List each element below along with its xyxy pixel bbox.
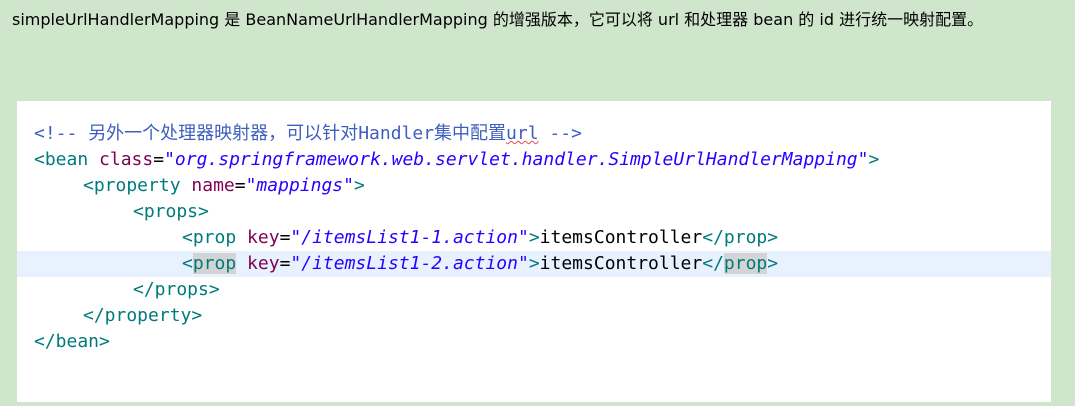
class-attr: class bbox=[99, 149, 154, 170]
comment-cjk: 另外一个处理器映射器，可以针对 bbox=[88, 123, 359, 144]
prop-lt: < bbox=[182, 253, 193, 274]
code-line-bean-open: <bean class="org.springframework.web.ser… bbox=[17, 147, 1051, 173]
gt: > bbox=[528, 253, 540, 274]
comment-open: <!-- bbox=[34, 123, 89, 144]
key-value-1: "/itemsList1-1.action" bbox=[290, 227, 529, 248]
prop-content-2: itemsController bbox=[539, 253, 703, 274]
comment-cjk2: 集中配置 bbox=[434, 123, 507, 144]
property-open-tag: <property bbox=[83, 175, 181, 196]
eq: = bbox=[153, 149, 165, 170]
eq: = bbox=[279, 227, 291, 248]
code-line-property-open: <property name="mappings"> bbox=[17, 173, 1051, 199]
eq: = bbox=[234, 175, 246, 196]
props-close-tag: </props> bbox=[133, 279, 220, 300]
code-line-bean-close: </bean> bbox=[17, 329, 1051, 355]
code-line-property-close: </property> bbox=[17, 303, 1051, 329]
gt: > bbox=[868, 149, 880, 170]
gt: > bbox=[528, 227, 540, 248]
prop-close-tag-occurrence: prop bbox=[723, 253, 768, 274]
name-attr: name bbox=[191, 175, 235, 196]
code-line-comment: <!-- 另外一个处理器映射器，可以针对Handler集中配置url --> bbox=[17, 121, 1051, 147]
prop-close-tag: prop bbox=[723, 227, 768, 248]
eq: = bbox=[279, 253, 291, 274]
property-close-tag: </property> bbox=[83, 305, 203, 326]
bean-close-tag: </bean> bbox=[34, 331, 110, 352]
prop-close-lt: </ bbox=[702, 227, 724, 248]
key-value-2: "/itemsList1-2.action" bbox=[290, 253, 529, 274]
intro-paragraph: simpleUrlHandlerMapping 是 BeanNameUrlHan… bbox=[12, 10, 984, 29]
comment-handler: Handler bbox=[358, 123, 435, 144]
code-block: <!-- 另外一个处理器映射器，可以针对Handler集中配置url --> <… bbox=[17, 101, 1051, 402]
prop-content-1: itemsController bbox=[539, 227, 703, 248]
code-line-props-close: </props> bbox=[17, 277, 1051, 303]
prop-tag: prop bbox=[192, 227, 237, 248]
key-attr: key bbox=[247, 227, 280, 248]
gt: > bbox=[353, 175, 365, 196]
prop-lt: < bbox=[182, 227, 193, 248]
comment-close: --> bbox=[538, 123, 582, 144]
prop-close-lt: </ bbox=[702, 253, 724, 274]
bean-open-tag: <bean bbox=[34, 149, 89, 170]
gt: > bbox=[767, 227, 779, 248]
props-open-tag: <props> bbox=[133, 201, 209, 222]
prop-tag-occurrence: prop bbox=[192, 253, 237, 274]
class-value: "org.springframework.web.servlet.handler… bbox=[164, 149, 869, 170]
code-line-props-open: <props> bbox=[17, 199, 1051, 225]
comment-url: url bbox=[506, 123, 539, 144]
code-line-prop-1: <prop key="/itemsList1-1.action">itemsCo… bbox=[17, 225, 1051, 251]
gt: > bbox=[767, 253, 779, 274]
key-attr: key bbox=[247, 253, 280, 274]
code-line-prop-2-current: <prop key="/itemsList1-2.action">itemsCo… bbox=[17, 251, 1051, 277]
name-value: "mappings" bbox=[245, 175, 354, 196]
